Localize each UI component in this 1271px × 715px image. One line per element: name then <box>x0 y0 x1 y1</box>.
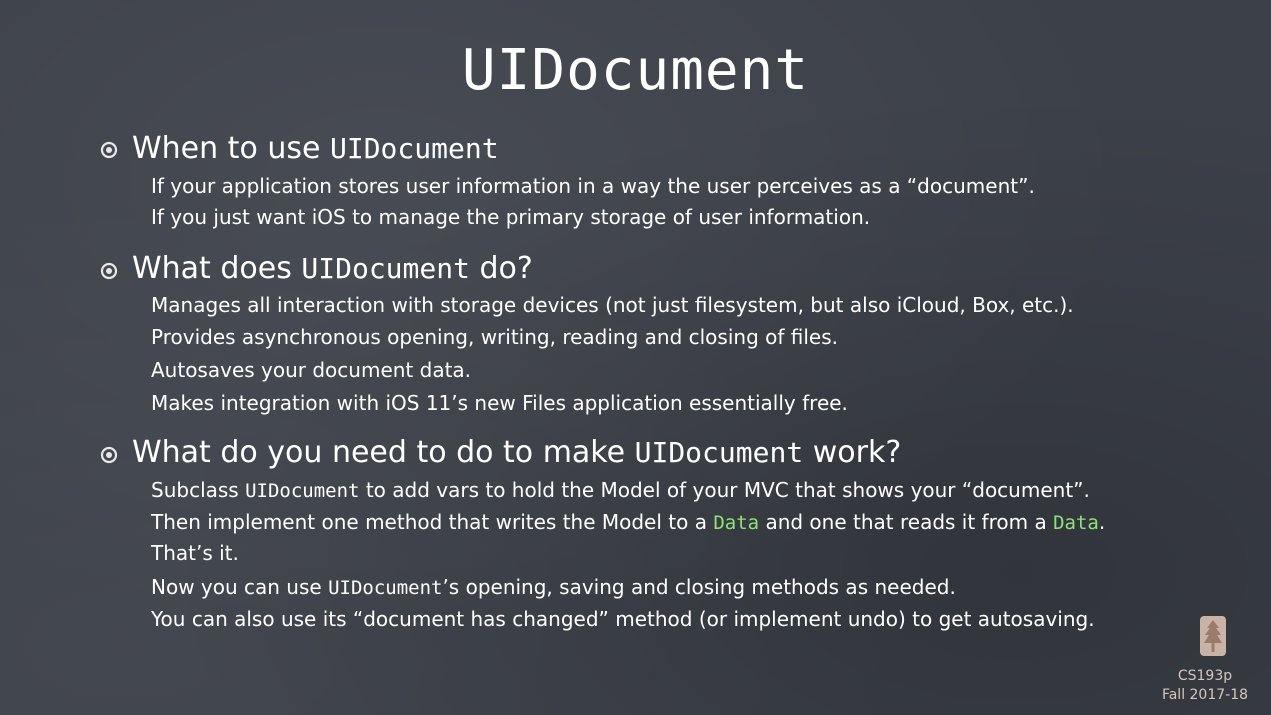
bullet-icon <box>100 141 118 159</box>
course-name: CS193p <box>1177 668 1233 684</box>
course-term: Fall 2017-18 <box>1161 687 1249 703</box>
code-data-type: Data <box>713 512 760 534</box>
section-line: Now you can use UIDocument’s opening, sa… <box>151 575 956 599</box>
section-heading-what-need: What do you need to do to make UIDocumen… <box>132 435 902 470</box>
section-line: If your application stores user informat… <box>151 174 1035 198</box>
section-line: Provides asynchronous opening, writing, … <box>151 325 838 349</box>
stanford-tree-logo-icon <box>1200 616 1226 656</box>
section-line: Makes integration with iOS 11’s new File… <box>151 391 848 415</box>
section-line: That’s it. <box>151 541 239 565</box>
section-heading-what-does: What does UIDocument do? <box>132 251 533 286</box>
code-data-type: Data <box>1053 512 1099 534</box>
section-line: Autosaves your document data. <box>151 358 472 382</box>
course-footer: CS193p Fall 2017-18 <box>1155 667 1255 705</box>
section-line: Then implement one method that writes th… <box>151 510 1106 534</box>
slide-title: UIDocument <box>461 38 810 103</box>
section-line: Subclass UIDocument to add vars to hold … <box>151 478 1090 502</box>
section-heading-when: When to use UIDocument <box>132 131 499 166</box>
bullet-icon <box>100 446 118 464</box>
bullet-icon <box>100 262 118 280</box>
section-line: You can also use its “document has chang… <box>151 607 1095 631</box>
section-line: If you just want iOS to manage the prima… <box>151 205 871 229</box>
section-line: Manages all interaction with storage dev… <box>151 293 1074 317</box>
